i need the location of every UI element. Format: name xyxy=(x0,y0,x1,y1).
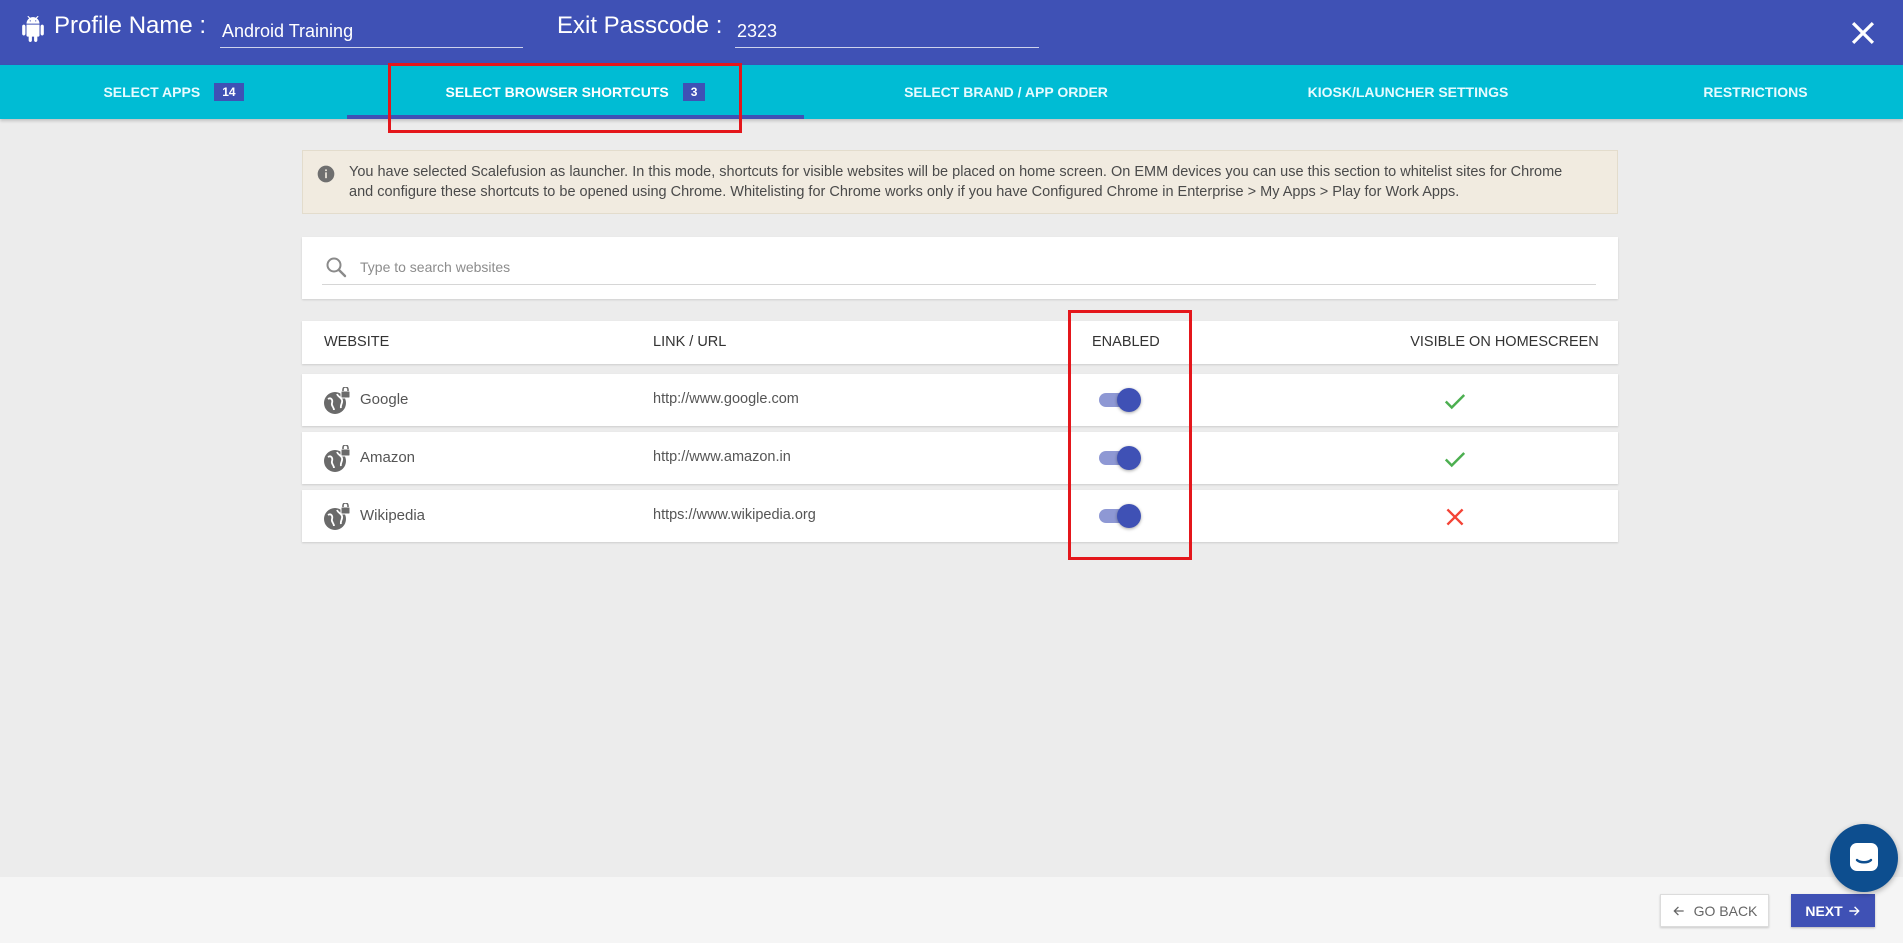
highlight-box-tab xyxy=(388,63,742,133)
cross-icon xyxy=(1446,508,1464,526)
info-text-line-2: and configure these shortcuts to be open… xyxy=(349,184,1460,200)
android-icon xyxy=(22,16,44,42)
arrow-right-icon xyxy=(1849,905,1860,916)
website-name: Amazon xyxy=(360,449,416,466)
column-header-link: LINK / URL xyxy=(653,334,727,350)
arrow-left-icon xyxy=(1673,905,1684,916)
exit-passcode-input[interactable] xyxy=(735,16,1039,48)
table-header: WEBSITE LINK / URL ENABLED VISIBLE ON HO… xyxy=(302,321,1618,364)
website-name: Wikipedia xyxy=(360,507,426,524)
globe-lock-icon xyxy=(324,445,351,472)
table-row[interactable]: Amazon http://www.amazon.in xyxy=(302,432,1618,484)
website-url: http://www.amazon.in xyxy=(653,449,791,465)
info-text-line-1: You have selected Scalefusion as launche… xyxy=(349,164,1563,180)
tab-label: SELECT APPS xyxy=(103,84,201,100)
next-button[interactable]: NEXT xyxy=(1791,894,1875,927)
tab-restrictions[interactable]: RESTRICTIONS xyxy=(1608,65,1903,119)
highlight-box-enabled-column xyxy=(1068,310,1192,560)
launcher-info-notice: You have selected Scalefusion as launche… xyxy=(302,150,1618,214)
website-url: https://www.wikipedia.org xyxy=(653,507,816,523)
table-row[interactable]: Google http://www.google.com xyxy=(302,374,1618,426)
tab-label: KIOSK/LAUNCHER SETTINGS xyxy=(1307,84,1509,100)
go-back-label: GO BACK xyxy=(1693,902,1758,919)
search-input[interactable] xyxy=(322,249,1596,285)
tab-count-badge: 14 xyxy=(214,83,244,101)
profile-name-input[interactable] xyxy=(220,16,523,48)
website-name: Google xyxy=(360,391,409,408)
tab-select-apps[interactable]: SELECT APPS 14 xyxy=(0,65,347,119)
tab-select-brand-app-order[interactable]: SELECT BRAND / APP ORDER xyxy=(804,65,1208,119)
header-bar: Profile Name : Exit Passcode : xyxy=(0,0,1903,65)
search-icon xyxy=(326,257,347,278)
exit-passcode-label: Exit Passcode : xyxy=(557,12,723,39)
column-header-website: WEBSITE xyxy=(324,334,390,350)
tab-label: SELECT BRAND / APP ORDER xyxy=(904,84,1108,100)
chat-icon xyxy=(1850,843,1878,871)
check-icon xyxy=(1444,452,1466,468)
globe-lock-icon xyxy=(324,503,351,530)
go-back-button[interactable]: GO BACK xyxy=(1660,894,1769,927)
website-url: http://www.google.com xyxy=(653,391,799,407)
column-header-visible: VISIBLE ON HOMESCREEN xyxy=(1410,334,1599,350)
tab-bar: SELECT APPS 14 SELECT BROWSER SHORTCUTS … xyxy=(0,65,1903,119)
close-icon[interactable] xyxy=(1848,18,1878,48)
next-label: NEXT xyxy=(1805,902,1843,919)
tab-kiosk-launcher-settings[interactable]: KIOSK/LAUNCHER SETTINGS xyxy=(1208,65,1608,119)
check-icon xyxy=(1444,394,1466,410)
table-row[interactable]: Wikipedia https://www.wikipedia.org xyxy=(302,490,1618,542)
globe-lock-icon xyxy=(324,387,351,414)
chat-launcher-button[interactable] xyxy=(1830,824,1898,892)
footer-bar xyxy=(0,877,1903,943)
info-icon xyxy=(317,165,335,183)
search-card xyxy=(302,237,1618,299)
profile-name-label: Profile Name : xyxy=(54,12,207,39)
tab-label: RESTRICTIONS xyxy=(1703,84,1808,100)
